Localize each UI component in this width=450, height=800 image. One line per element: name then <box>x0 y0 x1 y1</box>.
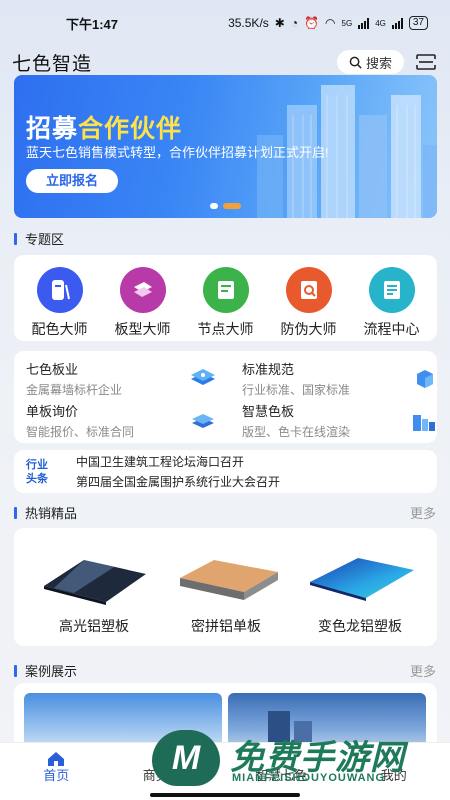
tab-label: 首页 <box>43 768 70 783</box>
watermark-subtext: MIANFEISHOUYOUWANG <box>232 772 386 784</box>
layers-icon <box>191 369 215 385</box>
section-marker <box>14 506 17 519</box>
product-item[interactable]: 高光铝塑板 <box>24 528 164 646</box>
section-cases: 案例展示 更多 <box>14 661 436 680</box>
services-card: 七色板业 金属幕墙标杆企业 标准规范 行业标准、国家标准 单板询价 智能报价、标… <box>14 351 437 443</box>
palette-icon <box>36 267 83 313</box>
site-watermark: M 免费手游网 MIANFEISHOUYOUWANG <box>152 728 442 788</box>
net2-label: 4G <box>375 18 386 28</box>
wifi-icon: ◠ <box>325 16 336 30</box>
news-card[interactable]: 行业 头条 中国卫生建筑工程论坛海口召开 第四届全国金属围护系统行业大会召开 <box>14 450 437 493</box>
hot-more-link[interactable]: 更多 <box>410 503 436 522</box>
banner-title-part2: 合作伙伴 <box>78 115 183 143</box>
zone-item-node-master[interactable]: 节点大师 <box>186 267 266 341</box>
product-item[interactable]: 密拼铝单板 <box>156 528 296 646</box>
section-special-zone: 专题区 <box>14 229 436 248</box>
search-icon <box>349 56 362 69</box>
carousel-dot[interactable] <box>210 203 218 209</box>
status-bar: 下午1:47 35.5K/s ✱ ◔ ⏰ ◠ 5G 4G 37 <box>0 0 450 46</box>
service-standards[interactable]: 标准规范 行业标准、国家标准 <box>242 359 447 399</box>
zone-item-label: 防伪大师 <box>280 321 337 337</box>
aluminum-panel-image <box>180 560 278 600</box>
stack-icon <box>192 414 214 428</box>
signal-icon-2 <box>391 17 403 29</box>
mute-icon: ◔ <box>290 16 299 30</box>
product-name: 高光铝塑板 <box>59 618 129 634</box>
product-item[interactable]: 变色龙铝塑板 <box>290 528 430 646</box>
news-item[interactable]: 中国卫生建筑工程论坛海口召开 <box>76 452 280 472</box>
bluetooth-icon: ✱ <box>274 16 285 30</box>
scan-icon <box>416 54 436 70</box>
news-item[interactable]: 第四届全国金属围护系统行业大会召开 <box>76 472 280 492</box>
service-smart-color[interactable]: 智慧色板 版型、色卡在线渲染 <box>242 401 447 441</box>
cases-more-link[interactable]: 更多 <box>410 661 436 680</box>
signal-icon <box>358 17 370 29</box>
zone-item-label: 节点大师 <box>197 321 254 337</box>
tab-home[interactable]: 首页 <box>0 743 113 800</box>
zone-item-board-master[interactable]: 板型大师 <box>103 267 183 341</box>
section-marker <box>14 664 17 677</box>
product-name: 密拼铝单板 <box>191 618 261 634</box>
section-title: 专题区 <box>25 232 65 247</box>
status-time: 下午1:47 <box>66 16 119 32</box>
node-icon <box>202 267 249 313</box>
zone-item-label: 流程中心 <box>363 321 420 337</box>
chameleon-panel-image <box>310 558 414 601</box>
glossy-panel-image <box>44 560 146 605</box>
service-qise-board[interactable]: 七色板业 金属幕墙标杆企业 <box>26 359 231 399</box>
section-marker <box>14 232 17 245</box>
zone-item-anti-fake-master[interactable]: 防伪大师 <box>269 267 349 341</box>
watermark-logo: M <box>152 730 220 786</box>
promo-banner[interactable]: 招募合作伙伴 蓝天七色销售模式转型，合作伙伴招募计划正式开启! 立即报名 <box>14 75 437 218</box>
carousel-dot-active[interactable] <box>223 203 241 209</box>
register-button[interactable]: 立即报名 <box>26 169 118 193</box>
zone-item-color-master[interactable]: 配色大师 <box>20 267 100 341</box>
special-zone-card: 配色大师 板型大师 节点大师 防伪大师 流程中心 <box>14 255 437 341</box>
section-title: 案例展示 <box>25 664 78 679</box>
banner-title-part1: 招募 <box>26 115 79 143</box>
alarm-icon: ⏰ <box>304 16 320 30</box>
home-indicator <box>150 793 300 797</box>
service-quote[interactable]: 单板询价 智能报价、标准合同 <box>26 401 231 441</box>
anti-fake-icon <box>285 267 332 313</box>
banner-subtitle: 蓝天七色销售模式转型，合作伙伴招募计划正式开启! <box>26 145 329 160</box>
section-hot: 热销精品 更多 <box>14 503 436 522</box>
scan-button[interactable] <box>414 50 438 74</box>
banner-title: 招募合作伙伴 <box>26 109 182 145</box>
city-icon <box>413 415 435 431</box>
hot-products-card: 高光铝塑板 密拼铝单板 变色龙铝塑板 <box>14 528 437 646</box>
board-icon <box>119 267 166 313</box>
flow-icon <box>368 267 415 313</box>
section-title: 热销精品 <box>25 506 78 521</box>
search-label: 搜索 <box>365 55 392 71</box>
carousel-dots <box>210 203 241 209</box>
product-name: 变色龙铝塑板 <box>318 618 402 634</box>
app-title: 七色智造 <box>12 53 93 75</box>
search-button[interactable]: 搜索 <box>336 50 404 74</box>
cube-icon <box>417 370 433 388</box>
zone-item-label: 配色大师 <box>31 321 88 337</box>
industry-news-logo: 行业 头条 <box>26 456 58 488</box>
home-icon <box>48 752 65 766</box>
network-speed: 35.5K/s <box>228 16 269 30</box>
logo-line1: 行业 <box>26 458 48 471</box>
net1-label: 5G <box>341 18 353 28</box>
battery-icon: 37 <box>408 16 428 30</box>
zone-item-flow-center[interactable]: 流程中心 <box>352 267 432 341</box>
zone-item-label: 板型大师 <box>114 321 171 337</box>
logo-line2: 头条 <box>26 472 48 485</box>
app-header: 七色智造 搜索 <box>12 48 438 76</box>
